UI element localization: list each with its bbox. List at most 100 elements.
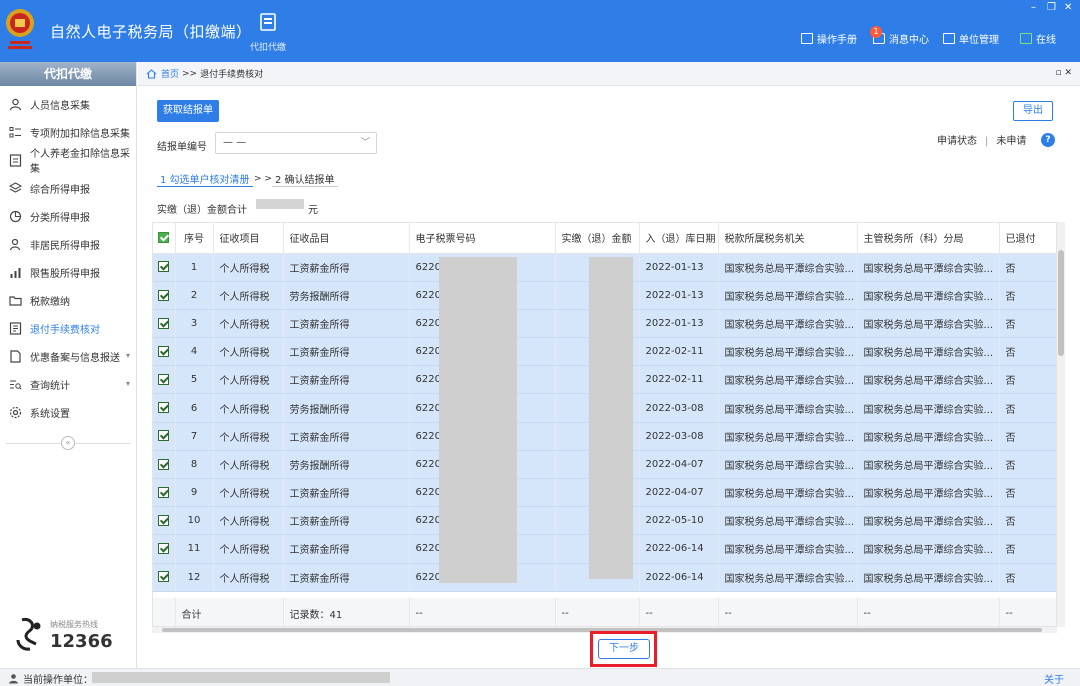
- manual-link[interactable]: 操作手册: [801, 31, 857, 46]
- col-header-authority[interactable]: 税款所属税务机关: [718, 223, 858, 254]
- message-center-link[interactable]: 1 消息中心: [870, 26, 929, 46]
- checkbox-icon[interactable]: [158, 345, 170, 357]
- checkbox-icon[interactable]: [158, 317, 170, 329]
- row-checkbox[interactable]: [153, 563, 176, 592]
- online-status[interactable]: 在线: [1020, 31, 1056, 46]
- chevron-down-icon[interactable]: ▾: [126, 379, 130, 388]
- row-checkbox[interactable]: [153, 337, 176, 367]
- cell-date: 2022-04-07: [639, 450, 719, 480]
- redacted-operator-unit: [92, 672, 390, 683]
- cell-subitem: 劳务报酬所得: [283, 281, 410, 310]
- col-header-branch[interactable]: 主管税务所（科）分局: [857, 223, 1000, 254]
- pie-icon: [9, 210, 22, 222]
- cell-date: 2022-06-14: [639, 563, 719, 592]
- report-no-value: — —: [223, 137, 247, 148]
- col-header-amount[interactable]: 实缴（退）金额: [555, 223, 640, 254]
- fetch-report-button[interactable]: 获取结报单: [157, 100, 219, 122]
- sidebar-item-personnel[interactable]: 人员信息采集: [0, 90, 136, 118]
- col-header-date[interactable]: 入（退）库日期: [639, 223, 719, 254]
- hotline-block: 纳税服务热线 12366: [14, 616, 113, 655]
- checkbox-icon[interactable]: [158, 430, 170, 442]
- report-no-select[interactable]: — — ﹀: [215, 132, 377, 154]
- cell-subitem: 劳务报酬所得: [283, 393, 410, 423]
- search-list-icon: [10, 380, 22, 390]
- cell-refunded: 否: [999, 506, 1056, 536]
- collapse-sidebar-icon[interactable]: «: [61, 436, 75, 450]
- sidebar-item-special-deduction[interactable]: 专项附加扣除信息采集: [0, 118, 136, 146]
- row-checkbox[interactable]: [153, 534, 176, 564]
- col-header-no[interactable]: 序号: [175, 223, 214, 254]
- checkbox-icon[interactable]: [158, 374, 170, 386]
- row-checkbox[interactable]: [153, 253, 176, 282]
- home-icon[interactable]: [146, 68, 157, 79]
- sidebar-item-query-statistics[interactable]: 查询统计 ▾: [0, 370, 136, 398]
- chevron-down-icon[interactable]: ▾: [126, 351, 130, 360]
- row-checkbox[interactable]: [153, 309, 176, 339]
- bar-chart-icon: [10, 267, 21, 278]
- checkbox-icon[interactable]: [158, 289, 170, 301]
- sidebar-item-pension[interactable]: 个人养老金扣除信息采集: [0, 146, 136, 175]
- help-icon[interactable]: ?: [1041, 133, 1055, 147]
- export-button[interactable]: 导出: [1013, 101, 1053, 121]
- row-checkbox[interactable]: [153, 450, 176, 480]
- module-tab-withholding[interactable]: 代扣代缴: [244, 12, 292, 53]
- document-icon: [10, 349, 21, 363]
- cell-subitem: 工资薪金所得: [283, 478, 410, 508]
- checkbox-icon[interactable]: [158, 515, 170, 527]
- cell-no: 12: [175, 563, 214, 592]
- footer-dash: --: [409, 598, 556, 626]
- row-checkbox[interactable]: [153, 478, 176, 508]
- application-status: 申请状态 | 未申请: [937, 132, 1026, 147]
- step-1-tab[interactable]: 1 勾选单户核对清册: [157, 171, 253, 187]
- cell-date: 2022-02-11: [639, 365, 719, 395]
- row-checkbox[interactable]: [153, 365, 176, 395]
- sidebar: 代扣代缴 人员信息采集 专项附加扣除信息采集 个人养老金扣除信息采集 综合所得申…: [0, 62, 137, 668]
- next-step-button[interactable]: 下一步: [598, 639, 650, 659]
- cell-refunded: 否: [999, 365, 1056, 395]
- checkbox-icon[interactable]: [158, 458, 170, 470]
- select-all-checkbox[interactable]: [153, 223, 176, 254]
- row-checkbox[interactable]: [153, 422, 176, 451]
- sidebar-item-refund-fee-check[interactable]: 退付手续费核对: [0, 314, 136, 342]
- col-header-item[interactable]: 征收项目: [213, 223, 284, 254]
- about-link[interactable]: 关于: [1044, 671, 1064, 686]
- hotline-number: 12366: [50, 631, 113, 652]
- sidebar-item-system-settings[interactable]: 系统设置: [0, 398, 136, 426]
- checkbox-icon[interactable]: [158, 571, 170, 583]
- cell-branch: 国家税务总局平潭综合实验...: [857, 563, 1000, 592]
- table-vertical-scrollbar[interactable]: [1057, 222, 1065, 627]
- row-checkbox[interactable]: [153, 393, 176, 423]
- minimize-icon[interactable]: –: [1031, 2, 1036, 13]
- checkbox-icon[interactable]: [158, 261, 170, 273]
- col-header-refunded[interactable]: 已退付: [999, 223, 1056, 254]
- step-2-tab[interactable]: 2 确认结报单: [272, 171, 338, 187]
- sidebar-item-tax-payment[interactable]: 税款缴纳: [0, 286, 136, 314]
- sidebar-item-preferential-filing[interactable]: 优惠备案与信息报送 ▾: [0, 342, 136, 370]
- row-checkbox[interactable]: [153, 506, 176, 536]
- panel-window-controls[interactable]: ▫ ✕: [1055, 68, 1072, 78]
- manual-icon: [801, 33, 813, 44]
- sidebar-item-label: 综合所得申报: [30, 184, 90, 196]
- row-checkbox[interactable]: [153, 281, 176, 310]
- sidebar-item-comprehensive-income[interactable]: 综合所得申报: [0, 174, 136, 202]
- checkbox-icon[interactable]: [158, 543, 170, 555]
- checkbox-icon[interactable]: [158, 402, 170, 414]
- cell-branch: 国家税务总局平潭综合实验...: [857, 506, 1000, 536]
- checkbox-icon[interactable]: [158, 232, 170, 243]
- col-header-ticket[interactable]: 电子税票号码: [409, 223, 556, 254]
- cell-date: 2022-06-14: [639, 534, 719, 564]
- sidebar-item-nonresident-income[interactable]: 非居民所得申报: [0, 230, 136, 258]
- cell-branch: 国家税务总局平潭综合实验...: [857, 422, 1000, 451]
- restore-icon[interactable]: ❐: [1047, 2, 1056, 13]
- breadcrumb-home[interactable]: 首页: [161, 67, 179, 80]
- unit-management-link[interactable]: 单位管理: [943, 31, 999, 46]
- sidebar-item-classified-income[interactable]: 分类所得申报: [0, 202, 136, 230]
- cell-authority: 国家税务总局平潭综合实验...: [718, 450, 858, 480]
- close-icon[interactable]: ✕: [1064, 2, 1072, 13]
- cell-item: 个人所得税: [213, 365, 284, 395]
- scrollbar-thumb[interactable]: [1058, 250, 1064, 356]
- sidebar-item-restricted-stock[interactable]: 限售股所得申报: [0, 258, 136, 286]
- col-header-subitem[interactable]: 征收品目: [283, 223, 410, 254]
- sidebar-item-label: 个人养老金扣除信息采集: [30, 149, 130, 175]
- checkbox-icon[interactable]: [158, 486, 170, 498]
